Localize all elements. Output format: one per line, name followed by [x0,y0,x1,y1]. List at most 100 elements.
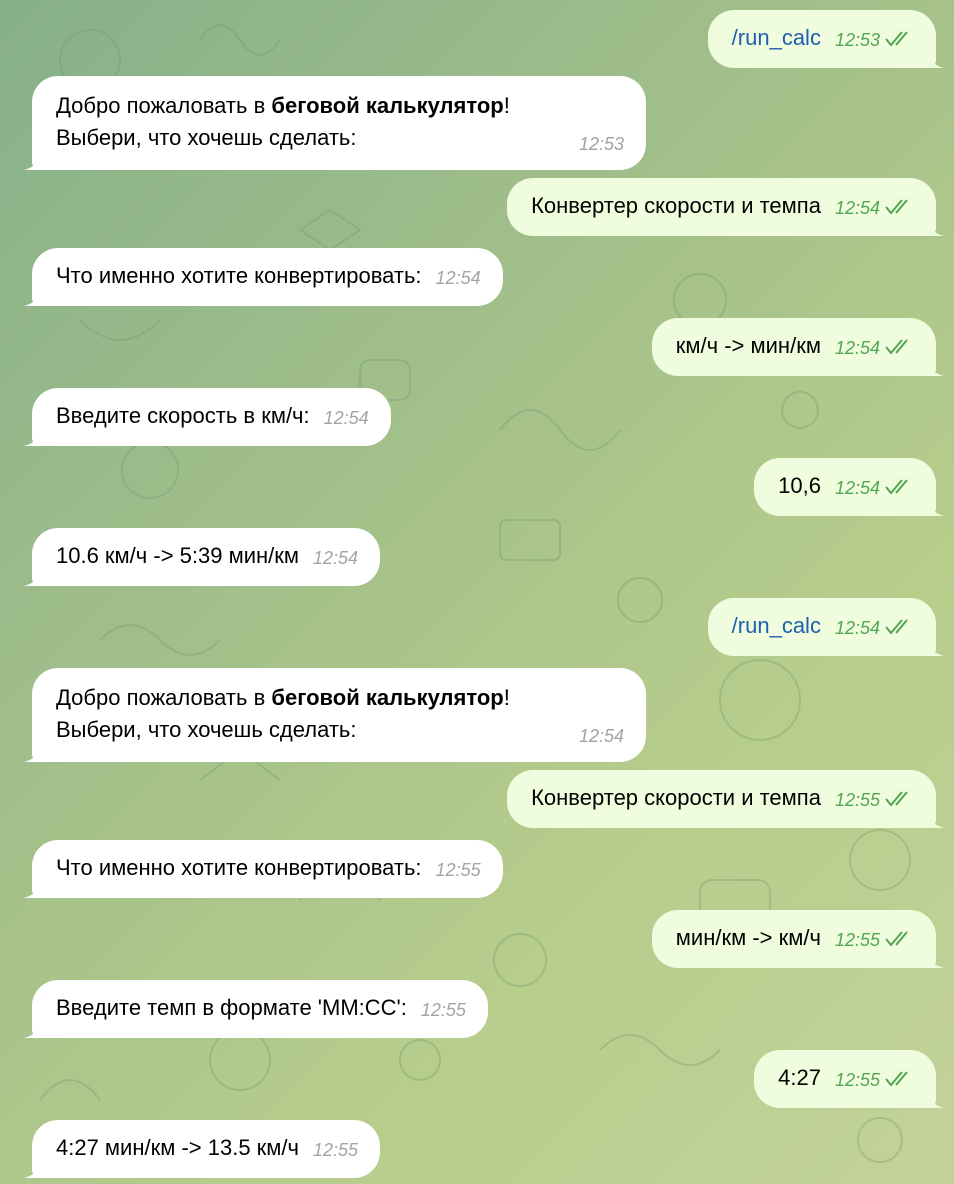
message-text: 4:27 мин/км -> 13.5 км/ч [56,1135,300,1160]
bubble-tail [24,566,42,586]
message-bubble[interactable]: Конвертер скорости и темпа 12:55 [507,770,944,828]
outgoing-message[interactable]: 10,6 12:54 [754,458,944,516]
message-bubble[interactable]: /run_calc 12:54 [707,598,944,656]
incoming-message[interactable]: Введите скорость в км/ч: 12:54 [24,388,391,446]
message-time: 12:54 [313,548,359,568]
outgoing-message[interactable]: км/ч -> мин/км 12:54 [651,318,944,376]
message-text: Введите скорость в км/ч: [56,403,310,428]
read-checks-icon [885,479,908,495]
bubble-tail [926,948,944,968]
outgoing-message[interactable]: Конвертер скорости и темпа 12:54 [507,178,944,236]
read-status [880,922,914,954]
bubble-tail [24,1158,42,1178]
message-time: 12:55 [420,1000,466,1020]
message-text: Конвертер скорости и темпа [531,785,821,810]
read-checks-icon [885,619,908,635]
read-status [880,330,914,362]
message-time: 12:54 [834,338,880,358]
bubble-tail [926,356,944,376]
bubble-tail [926,496,944,516]
incoming-message[interactable]: 10.6 км/ч -> 5:39 мин/км 12:54 [24,528,381,586]
message-bubble[interactable]: Конвертер скорости и темпа 12:54 [507,178,944,236]
outgoing-message[interactable]: 4:27 12:55 [754,1050,944,1108]
message-bubble[interactable]: Добро пожаловать в беговой калькулятор! В… [24,668,646,762]
message-time: 12:54 [323,408,369,428]
message-bubble[interactable]: мин/км -> км/ч 12:55 [651,910,944,968]
incoming-message[interactable]: 4:27 мин/км -> 13.5 км/ч 12:55 [24,1120,381,1178]
message-bubble[interactable]: Что именно хотите конвертировать: 12:55 [24,840,503,898]
outgoing-message[interactable]: /run_calc 12:54 [707,598,944,656]
message-text: Добро пожаловать в беговой калькулятор! [56,90,624,122]
message-time: 12:54 [834,478,880,498]
bubble-tail [24,1018,42,1038]
message-time: 12:53 [834,30,880,50]
message-bubble[interactable]: 4:27 12:55 [754,1050,944,1108]
message-text-suffix: ! [503,685,510,710]
outgoing-message[interactable]: мин/км -> км/ч 12:55 [651,910,944,968]
bubble-tail [926,1088,944,1108]
message-text: 4:27 [778,1065,821,1090]
message-text-suffix: ! [503,93,510,118]
incoming-message[interactable]: Добро пожаловать в беговой калькулятор! В… [24,76,646,170]
message-time: 12:55 [834,930,880,950]
message-time: 12:53 [578,134,624,154]
bubble-tail [24,150,42,170]
bubble-tail [24,286,42,306]
message-bubble[interactable]: км/ч -> мин/км 12:54 [651,318,944,376]
bubble-tail [926,48,944,68]
message-text: 10.6 км/ч -> 5:39 мин/км [56,543,300,568]
message-time: 12:55 [313,1140,359,1160]
outgoing-message[interactable]: /run_calc 12:53 [707,10,944,68]
message-text: Добро пожаловать в беговой калькулятор! [56,682,624,714]
message-text-prefix: Добро пожаловать в [56,685,272,710]
message-text: мин/км -> км/ч [675,925,821,950]
bot-command-link[interactable]: /run_calc [732,25,821,50]
bubble-tail [24,878,42,898]
message-text: Что именно хотите конвертировать: [56,855,422,880]
incoming-message[interactable]: Что именно хотите конвертировать: 12:54 [24,248,503,306]
message-bubble[interactable]: Введите темп в формате 'ММ:СС': 12:55 [24,980,488,1038]
message-bubble[interactable]: Что именно хотите конвертировать: 12:54 [24,248,503,306]
incoming-message[interactable]: Добро пожаловать в беговой калькулятор! В… [24,668,646,762]
message-time: 12:55 [834,790,880,810]
message-time: 12:54 [435,268,481,288]
bold-text: беговой калькулятор [271,685,504,710]
message-bubble[interactable]: Добро пожаловать в беговой калькулятор! В… [24,76,646,170]
incoming-message[interactable]: Введите темп в формате 'ММ:СС': 12:55 [24,980,488,1038]
message-bubble[interactable]: 10.6 км/ч -> 5:39 мин/км 12:54 [24,528,381,586]
message-bubble[interactable]: Введите скорость в км/ч: 12:54 [24,388,391,446]
bold-text: беговой калькулятор [271,93,504,118]
read-checks-icon [885,339,908,355]
read-status [880,1062,914,1094]
read-status [880,470,914,502]
message-bubble[interactable]: /run_calc 12:53 [707,10,944,68]
read-checks-icon [885,791,908,807]
incoming-message[interactable]: Что именно хотите конвертировать: 12:55 [24,840,503,898]
read-checks-icon [885,31,908,47]
message-text: Введите темп в формате 'ММ:СС': [56,995,407,1020]
message-time: 12:54 [834,198,880,218]
read-checks-icon [885,199,908,215]
message-time: 12:55 [834,1070,880,1090]
message-text-prefix: Добро пожаловать в [56,93,272,118]
chat-area[interactable]: /run_calc 12:53 Добро пожаловать в беговой… [0,0,954,1184]
message-text: 10,6 [778,473,821,498]
message-bubble[interactable]: 10,6 12:54 [754,458,944,516]
bubble-tail [24,426,42,446]
read-status [880,22,914,54]
message-time: 12:55 [435,860,481,880]
message-time: 12:54 [834,618,880,638]
bubble-tail [24,742,42,762]
read-status [880,610,914,642]
message-time: 12:54 [578,726,624,746]
message-text: км/ч -> мин/км [675,333,821,358]
message-text: Конвертер скорости и темпа [531,193,821,218]
read-checks-icon [885,1071,908,1087]
message-bubble[interactable]: 4:27 мин/км -> 13.5 км/ч 12:55 [24,1120,381,1178]
message-text: Что именно хотите конвертировать: [56,263,422,288]
message-text-line2: Выбери, что хочешь сделать: [56,717,357,742]
read-status [880,782,914,814]
bot-command-link[interactable]: /run_calc [732,613,821,638]
read-checks-icon [885,931,908,947]
outgoing-message[interactable]: Конвертер скорости и темпа 12:55 [507,770,944,828]
